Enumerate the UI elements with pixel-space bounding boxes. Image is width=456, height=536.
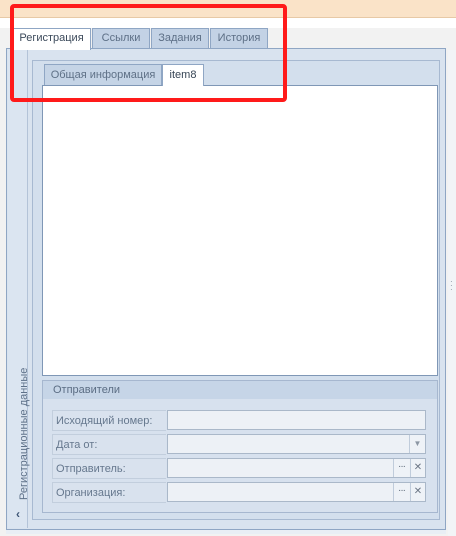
ellipsis-icon[interactable]: ···: [393, 459, 409, 477]
ellipsis-icon[interactable]: ···: [393, 483, 409, 501]
sender-label: Отправитель:: [52, 458, 166, 479]
chevron-left-icon[interactable]: ‹: [10, 505, 26, 523]
clear-icon[interactable]: ✕: [410, 459, 425, 477]
dropdown-arrow-icon[interactable]: ▼: [409, 435, 425, 453]
outgoing-number-label: Исходящий номер:: [52, 410, 166, 431]
date-from-input[interactable]: ▼: [167, 434, 426, 454]
organization-label: Организация:: [52, 482, 166, 503]
clear-icon[interactable]: ✕: [410, 483, 425, 501]
item8-content-area[interactable]: [42, 85, 438, 376]
side-rail-label: Регистрационные данные: [18, 367, 30, 500]
organization-input[interactable]: ··· ✕: [167, 482, 426, 502]
highlight-annotation: [10, 4, 287, 102]
senders-group-title: Отправители: [43, 381, 437, 399]
date-from-label: Дата от:: [52, 434, 166, 455]
splitter-grip-icon[interactable]: · · ·: [450, 278, 453, 294]
frame-bottom-edge: [6, 530, 446, 534]
sender-input[interactable]: ··· ✕: [167, 458, 426, 478]
outgoing-number-input[interactable]: [167, 410, 426, 430]
